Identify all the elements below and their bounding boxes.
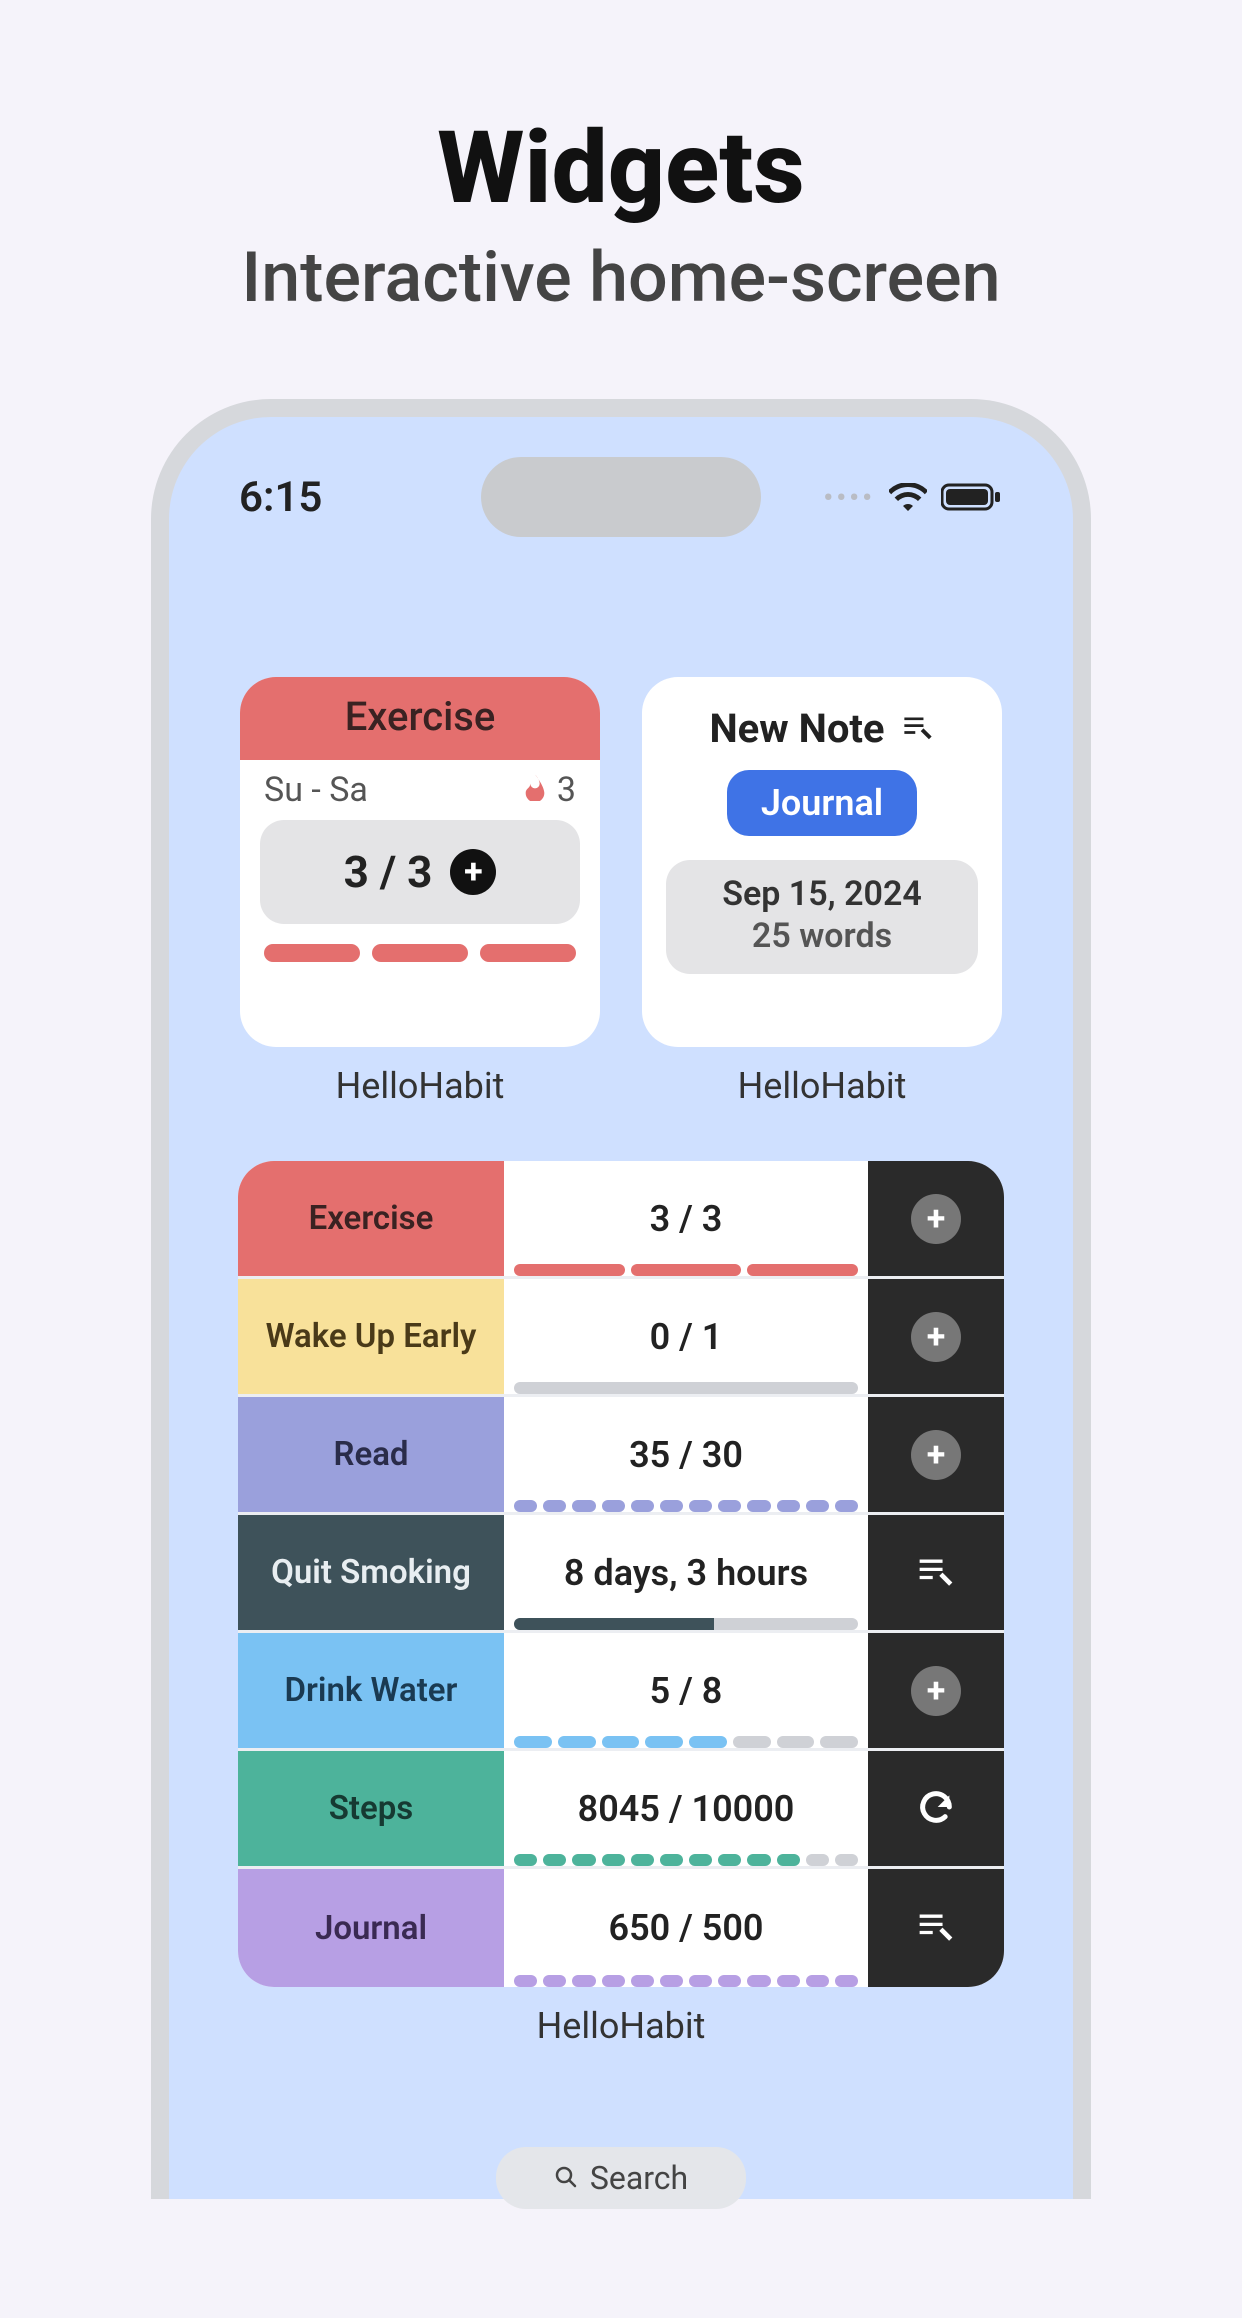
page-title: Widgets bbox=[0, 110, 1242, 227]
exercise-widget[interactable]: Exercise Su - Sa 3 3 / 3 + bbox=[240, 677, 600, 1047]
habit-row[interactable]: Drink Water 5 / 8 + bbox=[238, 1633, 1004, 1751]
page-subtitle: Interactive home-screen bbox=[0, 237, 1242, 319]
habit-name: Steps bbox=[238, 1751, 504, 1866]
wifi-icon bbox=[889, 483, 927, 511]
habit-row[interactable]: Wake Up Early 0 / 1 + bbox=[238, 1279, 1004, 1397]
note-date: Sep 15, 2024 bbox=[676, 874, 968, 914]
habit-progress bbox=[514, 1736, 858, 1748]
plus-icon[interactable]: + bbox=[911, 1312, 961, 1362]
habit-action[interactable]: + bbox=[868, 1397, 1004, 1512]
edit-icon[interactable] bbox=[916, 1908, 956, 1948]
habit-progress bbox=[514, 1975, 858, 1987]
habits-list-widget[interactable]: Exercise 3 / 3 + Wake Up Early 0 / 1 + R… bbox=[238, 1161, 1004, 1987]
habit-value: 3 / 3 bbox=[504, 1198, 868, 1240]
exercise-streak: 3 bbox=[557, 770, 576, 810]
habit-name: Quit Smoking bbox=[238, 1515, 504, 1630]
plus-icon[interactable]: + bbox=[911, 1194, 961, 1244]
habit-value: 650 / 500 bbox=[504, 1907, 868, 1949]
note-word-count: 25 words bbox=[676, 916, 968, 956]
search-icon bbox=[554, 2159, 578, 2197]
habit-name: Read bbox=[238, 1397, 504, 1512]
exercise-widget-app-label: HelloHabit bbox=[240, 1065, 600, 1107]
habit-name: Drink Water bbox=[238, 1633, 504, 1748]
note-latest-entry[interactable]: Sep 15, 2024 25 words bbox=[666, 860, 978, 974]
habit-row[interactable]: Exercise 3 / 3 + bbox=[238, 1161, 1004, 1279]
phone-mockup: 6:15 •••• Exercise Su - Sa bbox=[151, 399, 1091, 2199]
habit-value: 5 / 8 bbox=[504, 1670, 868, 1712]
habit-action[interactable]: + bbox=[868, 1633, 1004, 1748]
fire-icon bbox=[521, 770, 549, 810]
status-time: 6:15 bbox=[239, 473, 322, 522]
battery-icon bbox=[941, 482, 1003, 512]
habit-name: Wake Up Early bbox=[238, 1279, 504, 1394]
habit-name: Exercise bbox=[238, 1161, 504, 1276]
habits-list-app-label: HelloHabit bbox=[169, 2005, 1073, 2047]
journal-button[interactable]: Journal bbox=[727, 770, 917, 836]
cellular-dots-icon: •••• bbox=[823, 481, 875, 514]
habit-action[interactable] bbox=[868, 1515, 1004, 1630]
edit-icon[interactable] bbox=[916, 1553, 956, 1593]
habit-action[interactable] bbox=[868, 1751, 1004, 1866]
habit-action[interactable]: + bbox=[868, 1161, 1004, 1276]
habit-value: 0 / 1 bbox=[504, 1316, 868, 1358]
note-widget-app-label: HelloHabit bbox=[642, 1065, 1002, 1107]
plus-icon[interactable]: + bbox=[911, 1430, 961, 1480]
exercise-value: 3 / 3 bbox=[344, 846, 433, 898]
edit-icon bbox=[901, 705, 935, 752]
habit-value: 8 days, 3 hours bbox=[504, 1552, 868, 1594]
plus-icon[interactable]: + bbox=[911, 1666, 961, 1716]
habit-progress bbox=[514, 1264, 858, 1276]
habit-progress bbox=[514, 1500, 858, 1512]
plus-icon[interactable]: + bbox=[450, 849, 496, 895]
habit-progress bbox=[514, 1618, 858, 1630]
exercise-range: Su - Sa bbox=[264, 770, 368, 810]
exercise-widget-title: Exercise bbox=[240, 677, 600, 760]
exercise-progress-bars bbox=[240, 944, 600, 962]
habit-row[interactable]: Read 35 / 30 + bbox=[238, 1397, 1004, 1515]
habit-row[interactable]: Quit Smoking 8 days, 3 hours bbox=[238, 1515, 1004, 1633]
habit-action[interactable]: + bbox=[868, 1279, 1004, 1394]
exercise-counter[interactable]: 3 / 3 + bbox=[260, 820, 580, 924]
habit-progress bbox=[514, 1854, 858, 1866]
refresh-icon[interactable] bbox=[916, 1787, 956, 1831]
habit-row[interactable]: Journal 650 / 500 bbox=[238, 1869, 1004, 1987]
habit-value: 35 / 30 bbox=[504, 1434, 868, 1476]
note-widget-title: New Note bbox=[709, 705, 884, 752]
search-pill[interactable]: Search bbox=[496, 2147, 746, 2209]
habit-action[interactable] bbox=[868, 1869, 1004, 1987]
habit-progress bbox=[514, 1382, 858, 1394]
habit-value: 8045 / 10000 bbox=[504, 1788, 868, 1830]
habit-name: Journal bbox=[238, 1869, 504, 1987]
dynamic-island bbox=[481, 457, 761, 537]
note-widget[interactable]: New Note Journal Sep 15, 2024 25 words bbox=[642, 677, 1002, 1047]
habit-row[interactable]: Steps 8045 / 10000 bbox=[238, 1751, 1004, 1869]
search-label: Search bbox=[590, 2159, 688, 2197]
